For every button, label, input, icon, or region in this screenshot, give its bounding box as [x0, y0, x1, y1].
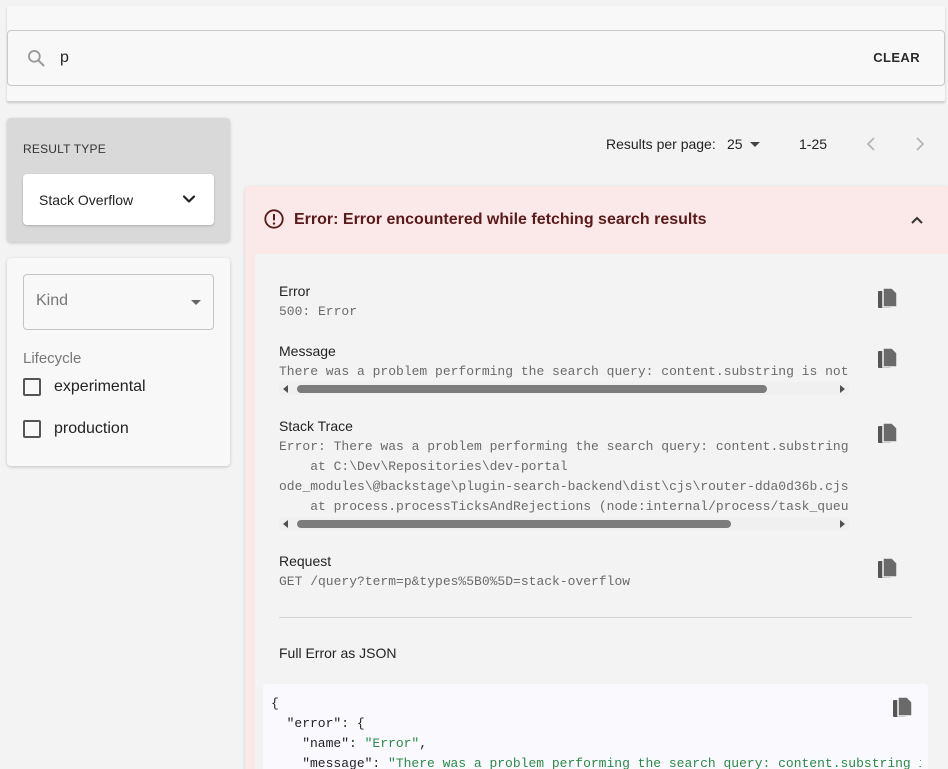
chevron-right-icon — [916, 137, 925, 151]
json-punct: , — [419, 736, 428, 751]
kind-label: Kind — [36, 292, 69, 309]
field-value: 500: Error — [279, 304, 358, 319]
result-type-panel: RESULT TYPE Stack Overflow — [7, 118, 230, 242]
copy-icon[interactable] — [892, 696, 914, 720]
chevron-down-icon — [182, 195, 196, 203]
scroll-right-icon[interactable] — [840, 520, 845, 528]
json-line: "error": { — [271, 716, 365, 731]
checkbox-experimental[interactable] — [23, 378, 41, 396]
json-key: "name": — [271, 736, 365, 751]
horizontal-scrollbar[interactable] — [279, 382, 849, 395]
checkbox-production[interactable] — [23, 420, 41, 438]
clear-button[interactable]: CLEAR — [873, 50, 920, 65]
copy-icon[interactable] — [877, 347, 899, 371]
scroll-left-icon[interactable] — [283, 385, 288, 393]
divider — [279, 617, 912, 618]
json-line: { — [271, 696, 279, 711]
error-icon — [264, 209, 284, 229]
stack-trace-line: Error: There was a problem performing th… — [279, 439, 849, 454]
json-key: "message": — [271, 756, 389, 769]
error-details: Error 500: Error Message There was a pro… — [255, 254, 948, 769]
stack-trace-field: Stack Trace Error: There was a problem p… — [279, 418, 849, 530]
request-field: Request GET /query?term=p&types%5B0%5D=s… — [279, 553, 849, 592]
search-input[interactable] — [60, 45, 820, 71]
result-type-value: Stack Overflow — [39, 192, 134, 208]
field-value: GET /query?term=p&types%5B0%5D=stack-ove… — [279, 574, 631, 589]
json-label: Full Error as JSON — [279, 645, 397, 661]
error-panel: Error: Error encountered while fetching … — [245, 186, 948, 769]
error-title: Error: Error encountered while fetching … — [294, 211, 707, 228]
json-string: "There was a problem performing the sear… — [388, 756, 921, 769]
results-per-page-label: Results per page: — [606, 136, 716, 152]
results-per-page-select[interactable]: 25 — [727, 136, 743, 158]
scrollbar-thumb[interactable] — [297, 385, 767, 393]
error-field: Error 500: Error — [279, 283, 849, 322]
chevron-up-icon[interactable] — [909, 212, 925, 228]
scrollbar-thumb[interactable] — [297, 520, 731, 528]
filter-panel: Kind Lifecycle experimental production — [7, 258, 230, 466]
copy-icon[interactable] — [877, 557, 899, 581]
field-label: Request — [279, 553, 332, 569]
lifecycle-label: Lifecycle — [23, 350, 82, 367]
message-field: Message There was a problem performing t… — [279, 343, 849, 395]
search-bar: CLEAR — [7, 6, 945, 102]
lifecycle-option-production[interactable]: production — [23, 417, 129, 441]
field-label: Message — [279, 343, 336, 359]
chevron-left-icon — [866, 137, 875, 151]
result-type-label: RESULT TYPE — [23, 142, 106, 156]
checkbox-label: experimental — [54, 378, 146, 395]
scroll-left-icon[interactable] — [283, 520, 288, 528]
copy-icon[interactable] — [877, 287, 899, 311]
horizontal-scrollbar[interactable] — [279, 517, 849, 530]
next-page-button[interactable] — [909, 134, 929, 154]
pagination-range: 1-25 — [799, 136, 828, 152]
stack-trace-line: at C:\Dev\Repositories\dev-portal — [279, 459, 568, 474]
json-code: { "error": { "name": "Error", "message":… — [271, 694, 921, 769]
copy-icon[interactable] — [877, 422, 899, 446]
lifecycle-option-experimental[interactable]: experimental — [23, 375, 146, 399]
stack-trace-line: ode_modules\@backstage\plugin-search-bac… — [279, 479, 849, 494]
result-type-select[interactable]: Stack Overflow — [23, 174, 214, 225]
checkbox-label: production — [54, 420, 129, 437]
search-icon — [28, 50, 45, 67]
field-label: Stack Trace — [279, 418, 353, 434]
previous-page-button[interactable] — [862, 134, 882, 154]
json-string: "Error" — [364, 736, 420, 751]
error-header[interactable]: Error: Error encountered while fetching … — [245, 186, 948, 252]
field-value: There was a problem performing the searc… — [279, 364, 849, 379]
field-label: Error — [279, 283, 311, 299]
kind-select[interactable]: Kind — [23, 274, 214, 330]
search-box: CLEAR — [7, 30, 945, 86]
json-code-block: { "error": { "name": "Error", "message":… — [263, 684, 928, 769]
stack-trace-line: at process.processTicksAndRejections (no… — [279, 499, 849, 514]
dropdown-arrow-icon — [191, 300, 201, 305]
scroll-right-icon[interactable] — [840, 385, 845, 393]
dropdown-arrow-icon[interactable] — [750, 142, 760, 147]
